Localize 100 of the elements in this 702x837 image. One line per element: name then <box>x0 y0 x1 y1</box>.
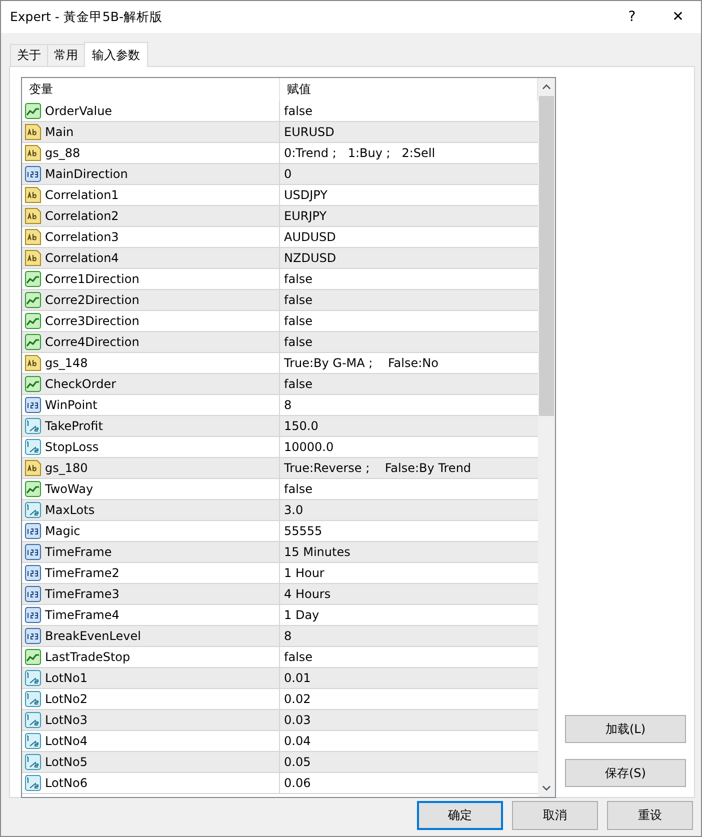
parameter-name: Corre3Direction <box>45 314 140 328</box>
parameter-name: Correlation2 <box>45 209 119 223</box>
parameter-value: false <box>284 377 313 391</box>
scrollbar[interactable] <box>538 78 555 797</box>
parameter-value: EURUSD <box>284 125 334 139</box>
parameter-name: TimeFrame4 <box>45 608 120 622</box>
parameter-name: LotNo3 <box>45 713 88 727</box>
parameter-name: TakeProfit <box>45 419 103 433</box>
number-type-icon <box>25 586 41 602</box>
parameter-name: gs_88 <box>45 146 80 160</box>
scroll-up-icon[interactable] <box>542 84 551 90</box>
parameter-name: MaxLots <box>45 503 95 517</box>
parameter-name: Correlation3 <box>45 230 119 244</box>
tab[interactable]: 关于 <box>10 44 48 66</box>
fraction-type-icon <box>25 754 41 770</box>
parameter-value: false <box>284 314 313 328</box>
parameter-name: LotNo5 <box>45 755 88 769</box>
window-title: Expert - 黃金甲5B-解析版 <box>10 8 164 26</box>
side-button[interactable]: 保存(S) <box>565 759 686 787</box>
parameter-name: LotNo4 <box>45 734 88 748</box>
number-type-icon <box>25 628 41 644</box>
fraction-type-icon <box>25 691 41 707</box>
parameter-name: gs_180 <box>45 461 88 475</box>
parameter-name: LotNo2 <box>45 692 88 706</box>
parameter-name: TimeFrame <box>45 545 112 559</box>
scrollbar-thumb[interactable] <box>539 96 554 416</box>
tab[interactable]: 输入参数 <box>84 42 148 67</box>
parameter-value: 15 Minutes <box>284 545 350 559</box>
parameter-name: TimeFrame2 <box>45 566 120 580</box>
fraction-type-icon <box>25 418 41 434</box>
parameter-value: 150.0 <box>284 419 318 433</box>
parameter-name: Corre2Direction <box>45 293 140 307</box>
parameter-value: AUDUSD <box>284 230 336 244</box>
parameter-value: false <box>284 293 313 307</box>
text-type-icon <box>25 124 41 140</box>
parameter-name: OrderValue <box>45 104 112 118</box>
number-type-icon <box>25 523 41 539</box>
fraction-type-icon <box>25 670 41 686</box>
number-type-icon <box>25 397 41 413</box>
parameter-name: Corre1Direction <box>45 272 140 286</box>
parameter-value: 0.05 <box>284 755 311 769</box>
close-button[interactable]: ✕ <box>655 1 701 33</box>
parameter-value: 8 <box>284 629 292 643</box>
number-type-icon <box>25 166 41 182</box>
number-type-icon <box>25 565 41 581</box>
text-type-icon <box>25 208 41 224</box>
parameter-value: false <box>284 104 313 118</box>
text-type-icon <box>25 187 41 203</box>
parameter-name: TimeFrame3 <box>45 587 120 601</box>
parameter-value: false <box>284 650 313 664</box>
parameter-value: 0.06 <box>284 776 311 790</box>
parameter-value: USDJPY <box>284 188 328 202</box>
parameter-value: 55555 <box>284 524 322 538</box>
text-type-icon <box>25 250 41 266</box>
parameter-value: 0.01 <box>284 671 311 685</box>
parameter-name: LotNo1 <box>45 671 88 685</box>
side-button[interactable]: 加载(L) <box>565 715 686 743</box>
fraction-type-icon <box>25 712 41 728</box>
dialog-button[interactable]: 重设 <box>607 801 693 830</box>
fraction-type-icon <box>25 775 41 791</box>
parameter-value: NZDUSD <box>284 251 336 265</box>
parameter-name: CheckOrder <box>45 377 116 391</box>
parameter-value: True:By G-MA ; False:No <box>284 356 438 370</box>
parameter-name: TwoWay <box>45 482 94 496</box>
parameter-name: LotNo6 <box>45 776 88 790</box>
parameter-value: 1 Hour <box>284 566 324 580</box>
parameter-value: 8 <box>284 398 292 412</box>
parameter-name: LastTradeStop <box>45 650 130 664</box>
parameter-value: false <box>284 482 313 496</box>
text-type-icon <box>25 355 41 371</box>
parameter-value: 0 <box>284 167 292 181</box>
parameter-name: BreakEvenLevel <box>45 629 141 643</box>
text-type-icon <box>25 460 41 476</box>
dialog-button[interactable]: 取消 <box>512 801 598 830</box>
number-type-icon <box>25 544 41 560</box>
parameter-value: 0.04 <box>284 734 311 748</box>
scroll-down-icon[interactable] <box>542 785 551 791</box>
parameter-value: 0:Trend ; 1:Buy ; 2:Sell <box>284 146 436 160</box>
parameter-value: 0.03 <box>284 713 311 727</box>
parameter-value: EURJPY <box>284 209 327 223</box>
parameter-value: 3.0 <box>284 503 304 517</box>
parameter-value: 1 Day <box>284 608 320 622</box>
fraction-type-icon <box>25 439 41 455</box>
parameter-value: false <box>284 272 313 286</box>
parameter-name: WinPoint <box>45 398 98 412</box>
parameter-value: false <box>284 335 313 349</box>
parameter-name: StopLoss <box>45 440 99 454</box>
parameter-name: Corre4Direction <box>45 335 140 349</box>
dialog-button[interactable]: 确定 <box>417 801 503 830</box>
parameter-name: Main <box>45 125 74 139</box>
text-type-icon <box>25 145 41 161</box>
text-type-icon <box>25 229 41 245</box>
parameter-name: Magic <box>45 524 80 538</box>
fraction-type-icon <box>25 733 41 749</box>
number-type-icon <box>25 607 41 623</box>
parameter-name: MainDirection <box>45 167 128 181</box>
parameter-value: 0.02 <box>284 692 311 706</box>
parameter-name: Correlation4 <box>45 251 119 265</box>
parameter-value: True:Reverse ; False:By Trend <box>284 461 472 475</box>
help-button[interactable]: ? <box>609 1 655 33</box>
